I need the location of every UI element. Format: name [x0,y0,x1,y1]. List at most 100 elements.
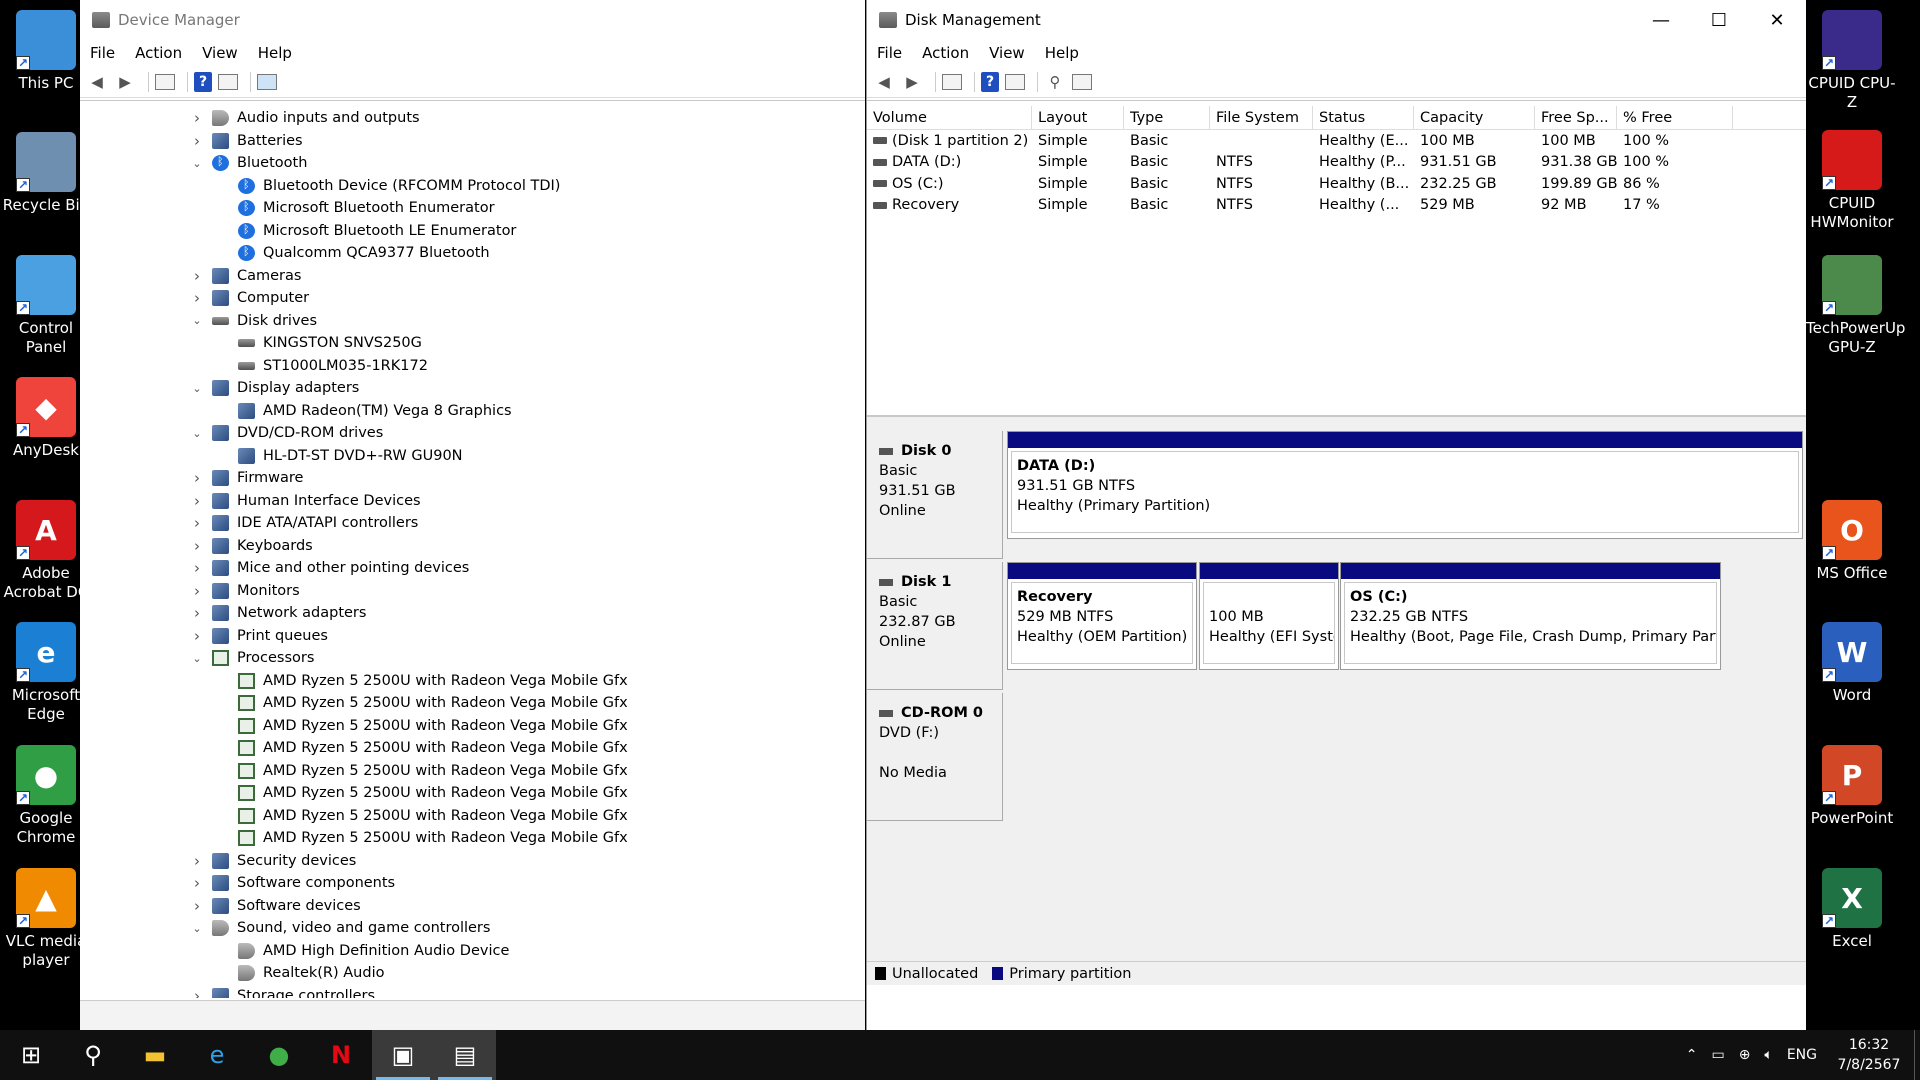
tree-category[interactable]: › Monitors [80,580,865,603]
column-header[interactable]: % Free [1617,106,1733,129]
partition-block[interactable]: 100 MB Healthy (EFI System [1199,562,1339,670]
desktop-icon[interactable]: eMicrosoft Edge [0,622,92,724]
column-header[interactable]: Layout [1032,106,1124,129]
column-header[interactable]: Free Sp... [1535,106,1617,129]
column-header[interactable]: Status [1313,106,1414,129]
tree-category[interactable]: ⌄ DVD/CD-ROM drives [80,422,865,445]
chevron-right-icon[interactable]: › [190,852,204,870]
chevron-down-icon[interactable]: ⌄ [190,157,204,170]
tree-device[interactable]: Realtek(R) Audio [80,962,865,985]
tree-device[interactable]: AMD Ryzen 5 2500U with Radeon Vega Mobil… [80,805,865,828]
disk-management-icon[interactable]: ▤ [434,1030,496,1080]
chevron-right-icon[interactable]: › [190,897,204,915]
chevron-right-icon[interactable]: › [190,109,204,127]
back-icon[interactable]: ◀ [873,72,895,92]
chrome-icon[interactable]: ● [248,1030,310,1080]
volume-icon[interactable]: 🔈︎ [1764,1047,1772,1063]
chevron-right-icon[interactable]: › [190,537,204,555]
menu-item[interactable]: View [202,44,238,62]
chevron-right-icon[interactable]: › [190,514,204,532]
menu-item[interactable]: Action [135,44,182,62]
forward-icon[interactable]: ▶ [114,72,136,92]
details-icon[interactable] [218,73,238,90]
tree-device[interactable]: Bluetooth Device (RFCOMM Protocol TDI) [80,175,865,198]
back-icon[interactable]: ◀ [86,72,108,92]
desktop-icon[interactable]: WWord [1806,622,1898,705]
properties-icon[interactable] [155,73,175,90]
disk-management-titlebar[interactable]: Disk Management — ☐ ✕ [867,0,1806,40]
tree-category[interactable]: › Keyboards [80,535,865,558]
show-desktop-button[interactable] [1914,1030,1920,1080]
column-header[interactable]: Volume [867,106,1032,129]
volume-row[interactable]: (Disk 1 partition 2) Simple Basic Healthy (… [867,130,1806,152]
chevron-right-icon[interactable]: › [190,289,204,307]
menu-item[interactable]: View [989,44,1025,62]
tree-device[interactable]: AMD Radeon(TM) Vega 8 Graphics [80,400,865,423]
maximize-button[interactable]: ☐ [1690,0,1748,40]
search-icon[interactable]: ⚲ [62,1030,124,1080]
tree-device[interactable]: AMD High Definition Audio Device [80,940,865,963]
chevron-down-icon[interactable]: ⌄ [190,652,204,665]
chevron-right-icon[interactable]: › [190,582,204,600]
tree-category[interactable]: ⌄ Bluetooth [80,152,865,175]
chevron-down-icon[interactable]: ⌄ [190,427,204,440]
tree-device[interactable]: AMD Ryzen 5 2500U with Radeon Vega Mobil… [80,760,865,783]
volume-row[interactable]: DATA (D:) Simple Basic NTFS Healthy (P... 931… [867,152,1806,174]
scan-hardware-icon[interactable] [257,73,277,90]
minimize-button[interactable]: — [1632,0,1690,40]
desktop-icon[interactable]: CPUID HWMonitor [1806,130,1898,232]
settings-icon[interactable] [1072,73,1092,90]
partition-block[interactable]: Recovery 529 MB NTFS Healthy (OEM Partitio… [1007,562,1197,670]
desktop-icon[interactable]: PPowerPoint [1806,745,1898,828]
menu-item[interactable]: File [877,44,902,62]
desktop-icon[interactable]: ●Google Chrome [0,745,92,847]
chevron-right-icon[interactable]: › [190,987,204,998]
network-icon[interactable]: ⊕ [1739,1047,1751,1063]
partition-block[interactable]: OS (C:) 232.25 GB NTFS Healthy (Boot, Page… [1340,562,1721,670]
desktop-icon[interactable]: TechPowerUp GPU-Z [1806,255,1905,357]
disk-label[interactable]: CD-ROM 0 DVD (F:) No Media [867,693,1003,821]
chevron-right-icon[interactable]: › [190,132,204,150]
tree-category[interactable]: › IDE ATA/ATAPI controllers [80,512,865,535]
volume-row[interactable]: Recovery Simple Basic NTFS Healthy (... 529 M… [867,195,1806,217]
desktop-icon[interactable]: This PC [0,10,92,93]
desktop-icon[interactable]: OMS Office [1806,500,1898,583]
chevron-right-icon[interactable]: › [190,604,204,622]
device-manager-icon[interactable]: ▣ [372,1030,434,1080]
tree-category[interactable]: › Human Interface Devices [80,490,865,513]
tree-category[interactable]: › Software components [80,872,865,895]
tree-category[interactable]: › Software devices [80,895,865,918]
tree-device[interactable]: KINGSTON SNVS250G [80,332,865,355]
chevron-right-icon[interactable]: › [190,559,204,577]
desktop-icon[interactable]: XExcel [1806,868,1898,951]
volume-row[interactable]: OS (C:) Simple Basic NTFS Healthy (B... 232.2… [867,173,1806,195]
menu-item[interactable]: Help [1045,44,1079,62]
chevron-down-icon[interactable]: ⌄ [190,382,204,395]
tree-device[interactable]: ST1000LM035-1RK172 [80,355,865,378]
column-header[interactable]: Type [1124,106,1210,129]
desktop-icon[interactable]: Control Panel [0,255,92,357]
tree-device[interactable]: AMD Ryzen 5 2500U with Radeon Vega Mobil… [80,827,865,850]
disk-label[interactable]: Disk 1 Basic 232.87 GB Online [867,562,1003,690]
chevron-right-icon[interactable]: › [190,267,204,285]
menu-item[interactable]: Action [922,44,969,62]
desktop-icon[interactable]: ◆AnyDesk [0,377,92,460]
help-icon[interactable]: ? [981,71,999,92]
desktop-icon[interactable]: Recycle Bin [0,132,92,215]
tree-category[interactable]: › Mice and other pointing devices [80,557,865,580]
chevron-down-icon[interactable]: ⌄ [190,922,204,935]
clock[interactable]: 16:32 7/8/2567 [1824,1035,1914,1075]
chevron-right-icon[interactable]: › [190,469,204,487]
help-icon[interactable]: ? [194,71,212,92]
tree-device[interactable]: AMD Ryzen 5 2500U with Radeon Vega Mobil… [80,737,865,760]
tree-category[interactable]: › Computer [80,287,865,310]
disk-label[interactable]: Disk 0 Basic 931.51 GB Online [867,431,1003,559]
partition-block[interactable]: DATA (D:) 931.51 GB NTFS Healthy (Primary … [1007,431,1803,539]
desktop-icon[interactable]: AAdobe Acrobat DC [0,500,92,602]
tree-category[interactable]: › Security devices [80,850,865,873]
column-header[interactable]: Capacity [1414,106,1535,129]
tree-device[interactable]: Qualcomm QCA9377 Bluetooth [80,242,865,265]
tree-device[interactable]: AMD Ryzen 5 2500U with Radeon Vega Mobil… [80,692,865,715]
tree-category[interactable]: › Cameras [80,265,865,288]
tree-device[interactable]: AMD Ryzen 5 2500U with Radeon Vega Mobil… [80,715,865,738]
